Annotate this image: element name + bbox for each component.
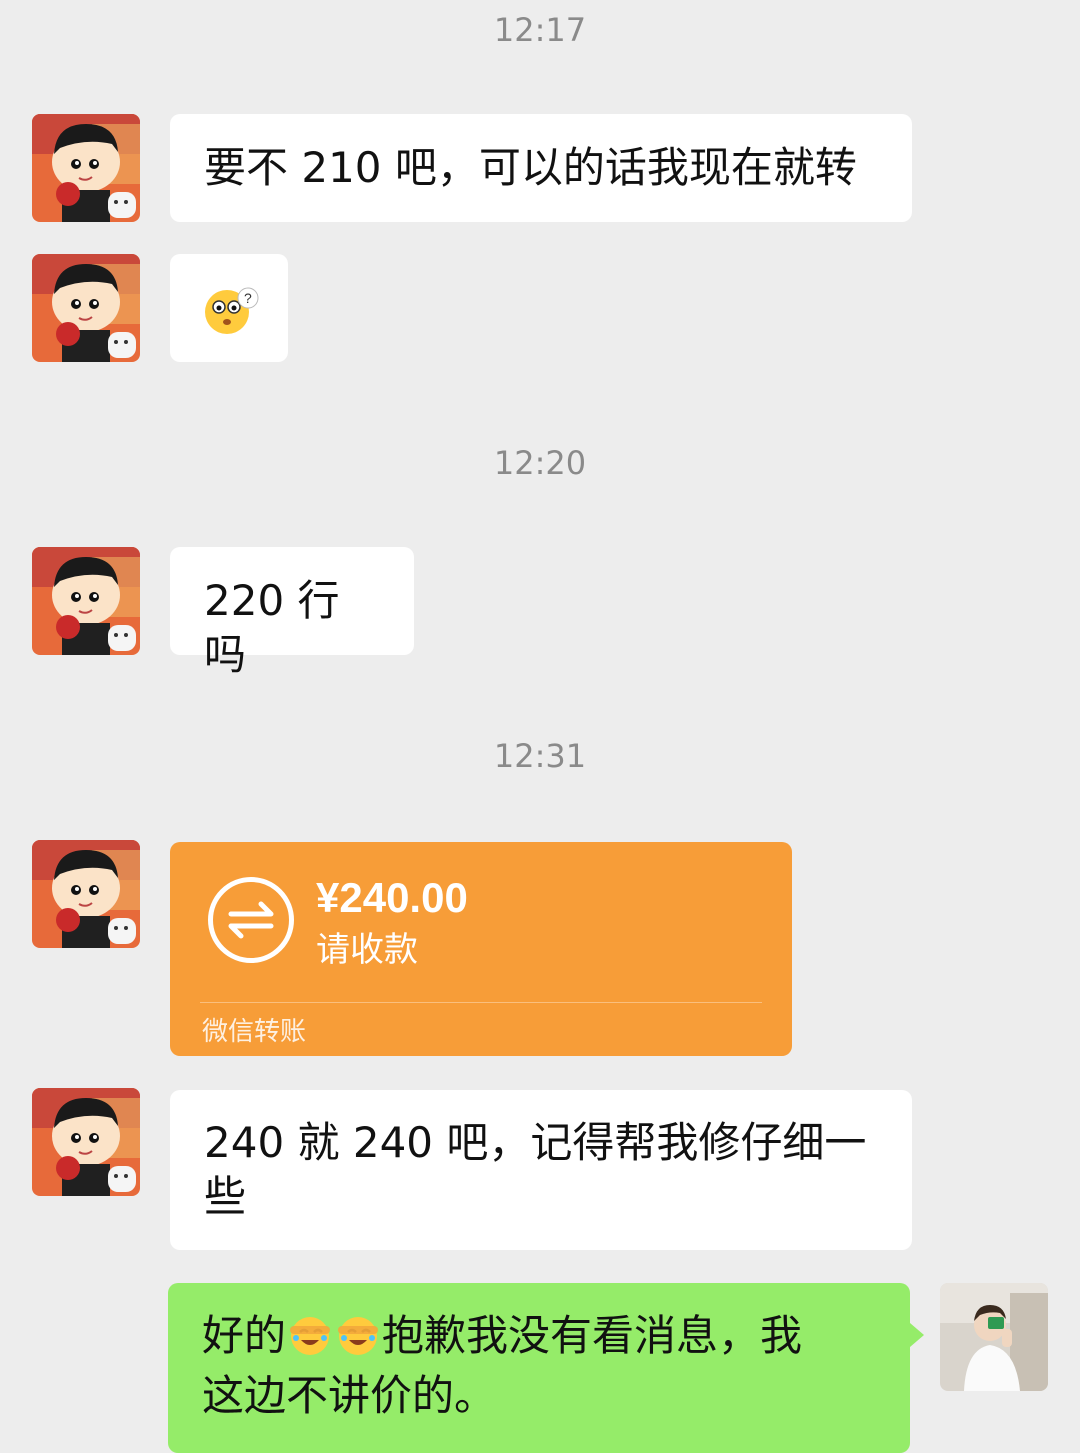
message-text-line: 些 — [204, 1172, 247, 1221]
contact-avatar[interactable] — [32, 547, 140, 655]
message-text-line: 240 就 240 吧，记得帮我修仔细一 — [204, 1118, 867, 1167]
message-bubble-self[interactable]: 好的 抱歉我没有看消息，我 这边不讲价的。 — [168, 1283, 924, 1453]
transfer-footer: 微信转账 — [202, 1017, 307, 1047]
avatar-image — [32, 254, 140, 362]
message-bubble[interactable]: 220 行吗 — [170, 547, 414, 679]
message-text: 好的 — [202, 1311, 287, 1360]
message-text: 要不 210 吧，可以的话我现在就转 — [204, 143, 857, 192]
message-text: 抱歉我没有看消息，我 — [382, 1311, 803, 1360]
message-bubble[interactable]: ? — [170, 254, 288, 362]
message-bubble[interactable]: 240 就 240 吧，记得帮我修仔细一 些 — [170, 1090, 912, 1250]
self-avatar[interactable] — [940, 1283, 1048, 1391]
contact-avatar[interactable] — [32, 1088, 140, 1196]
message-text-line: 好的 抱歉我没有看消息，我 — [202, 1309, 876, 1369]
timestamp: 12:20 — [493, 444, 587, 482]
avatar-image — [32, 1088, 140, 1196]
contact-avatar[interactable] — [32, 840, 140, 948]
facepalm-laugh-emoji — [334, 1312, 382, 1369]
confused-face-emoji: ? — [205, 287, 259, 334]
transfer-card[interactable]: ¥240.00 请收款 微信转账 — [170, 842, 792, 1056]
message-text: 220 行吗 — [204, 576, 340, 679]
contact-avatar[interactable] — [32, 254, 140, 362]
message-bubble[interactable]: 要不 210 吧，可以的话我现在就转 — [170, 114, 912, 222]
avatar-image — [32, 840, 140, 948]
timestamp: 12:17 — [493, 11, 587, 49]
svg-text:?: ? — [244, 290, 252, 306]
avatar-image — [32, 114, 140, 222]
transfer-amount: ¥240.00 — [316, 874, 468, 921]
message-text-line: 这边不讲价的。 — [202, 1371, 497, 1420]
avatar-image — [32, 547, 140, 655]
timestamp: 12:31 — [493, 737, 587, 775]
transfer-status: 请收款 — [316, 930, 418, 970]
transfer-arrows-icon — [208, 877, 294, 963]
contact-avatar[interactable] — [32, 114, 140, 222]
divider — [200, 1002, 762, 1003]
avatar-image — [940, 1283, 1048, 1391]
facepalm-laugh-emoji — [286, 1312, 334, 1369]
